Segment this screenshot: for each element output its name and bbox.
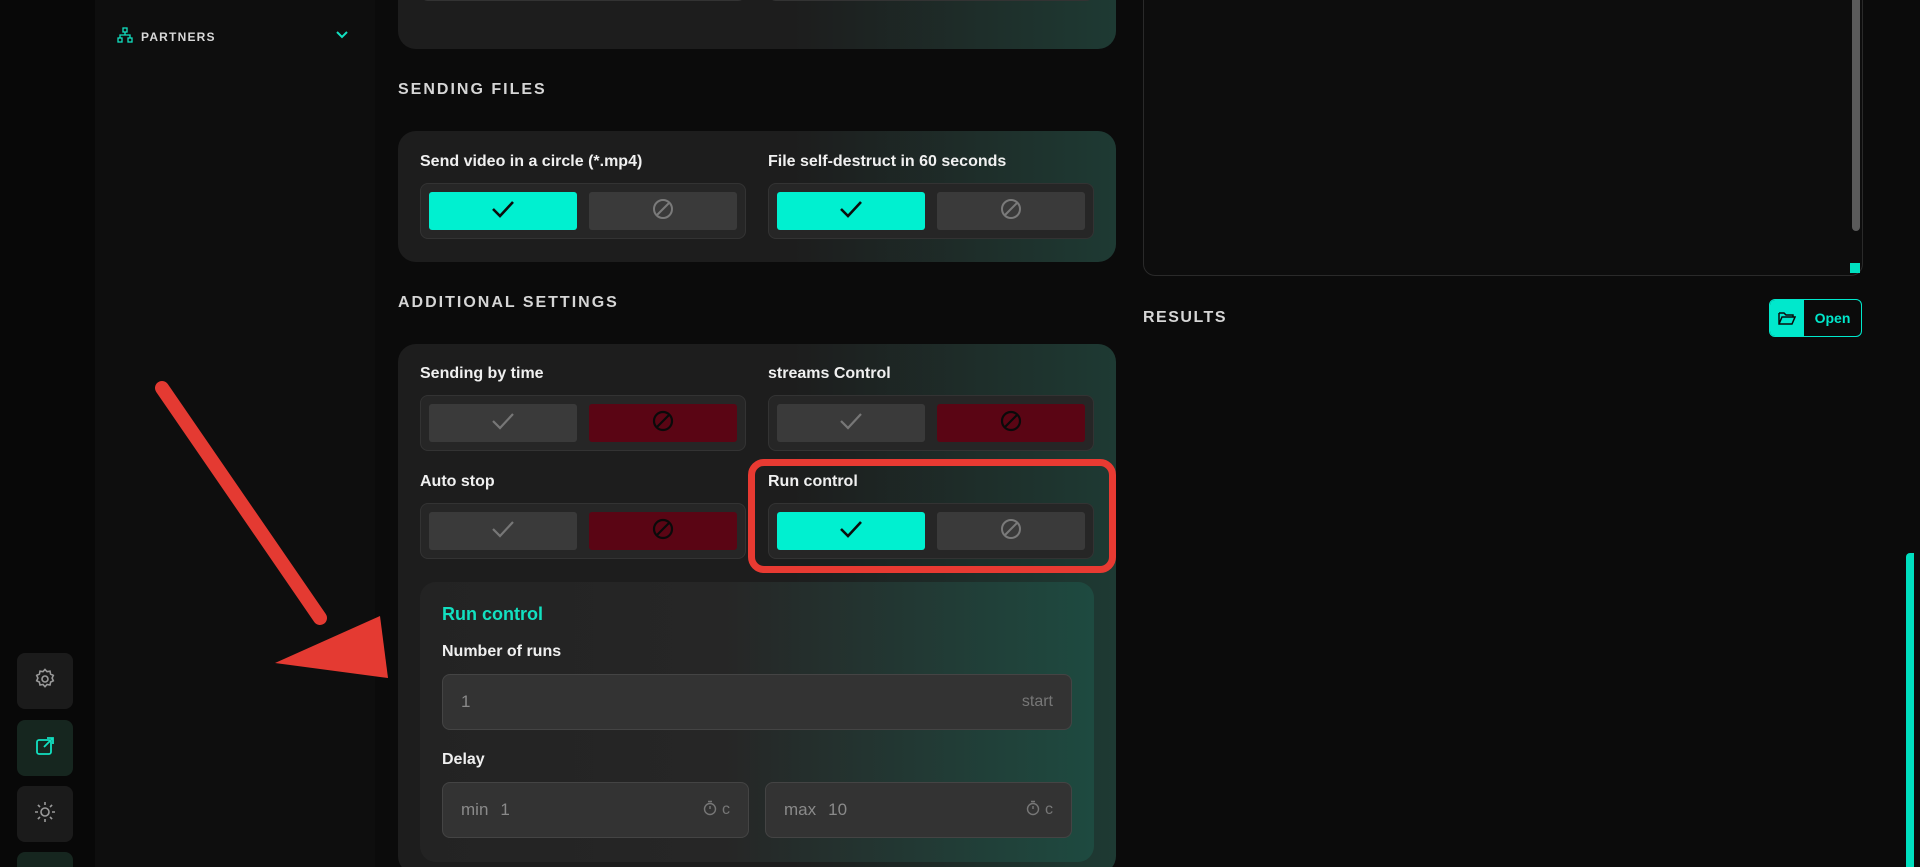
delay-unit: c <box>1045 801 1053 818</box>
send-video-label: Send video in a circle (*.mp4) <box>420 153 643 170</box>
auto-stop-label: Auto stop <box>420 473 495 490</box>
delay-min-value: 1 <box>500 800 510 819</box>
section-title-sending-files: SENDING FILES <box>398 81 547 98</box>
folder-open-icon <box>1770 300 1804 336</box>
number-of-runs-input[interactable]: 1 start <box>442 674 1072 730</box>
app-root: PARTNERS SENDING FILES Send video in a c… <box>0 0 1920 867</box>
streams-control-label: streams Control <box>768 365 891 382</box>
sending-files-card: Send video in a circle (*.mp4) File self… <box>398 131 1116 262</box>
annotation-arrow <box>155 381 388 678</box>
run-control-panel-title: Run control <box>442 604 543 624</box>
enable-button[interactable] <box>429 512 577 550</box>
sending-by-time-toggle <box>420 395 746 451</box>
block-icon <box>651 517 675 546</box>
enable-button[interactable] <box>429 404 577 442</box>
stopwatch-icon <box>702 800 718 821</box>
hierarchy-icon <box>117 26 133 48</box>
send-video-toggle <box>420 183 746 239</box>
external-link-icon <box>33 734 57 763</box>
disable-button[interactable] <box>589 192 737 230</box>
section-title-additional-settings: ADDITIONAL SETTINGS <box>398 294 619 311</box>
disable-button[interactable] <box>937 192 1085 230</box>
sending-by-time-label: Sending by time <box>420 365 544 382</box>
enable-button[interactable] <box>777 192 925 230</box>
check-icon <box>839 412 863 435</box>
textarea-scrollbar[interactable] <box>1852 0 1860 231</box>
settings-card-top <box>398 0 1116 49</box>
output-textarea[interactable] <box>1143 0 1863 276</box>
partial-toggle-1 <box>420 0 746 1</box>
delay-min-input[interactable]: min 1 c <box>442 782 749 838</box>
partial-toggle-2 <box>768 0 1094 1</box>
page-scrollbar[interactable] <box>1906 553 1914 867</box>
check-icon <box>491 412 515 435</box>
self-destruct-toggle <box>768 183 1094 239</box>
check-icon <box>839 200 863 223</box>
runs-suffix: start <box>1021 693 1053 710</box>
block-icon <box>999 197 1023 226</box>
theme-toggle-button[interactable] <box>17 786 73 842</box>
delay-max-input[interactable]: max 10 c <box>765 782 1072 838</box>
enable-button[interactable] <box>429 192 577 230</box>
open-label: Open <box>1814 310 1851 326</box>
stopwatch-icon <box>1025 800 1041 821</box>
delay-max-prefix: max <box>784 800 817 819</box>
sun-icon <box>33 800 57 829</box>
run-control-panel: Run control Number of runs 1 start Delay… <box>420 582 1094 862</box>
block-icon <box>651 409 675 438</box>
disable-button[interactable] <box>589 512 737 550</box>
settings-button[interactable] <box>17 653 73 709</box>
delay-min-unit: c <box>702 800 730 821</box>
section-title-results: RESULTS <box>1143 309 1227 326</box>
gear-icon <box>33 667 57 696</box>
delay-min-prefix: min <box>461 800 489 819</box>
streams-control-toggle <box>768 395 1094 451</box>
delay-max-unit: c <box>1025 800 1053 821</box>
check-icon <box>491 200 515 223</box>
self-destruct-label: File self-destruct in 60 seconds <box>768 153 1007 170</box>
block-icon <box>651 197 675 226</box>
block-icon <box>999 409 1023 438</box>
sidebar-item-label: PARTNERS <box>141 30 216 44</box>
chevron-down-icon[interactable] <box>335 28 349 47</box>
resize-handle[interactable] <box>1850 263 1860 273</box>
disable-button[interactable] <box>589 404 737 442</box>
disable-button[interactable] <box>937 404 1085 442</box>
delay-unit: c <box>722 801 730 818</box>
number-of-runs-label: Number of runs <box>442 643 562 660</box>
delay-label: Delay <box>442 751 485 768</box>
auto-stop-toggle <box>420 503 746 559</box>
rail-button-partial[interactable] <box>17 852 73 867</box>
icon-rail <box>0 0 95 867</box>
highlight-box <box>748 459 1116 573</box>
delay-max-value: 10 <box>828 800 848 819</box>
external-link-button[interactable] <box>17 720 73 776</box>
runs-value: 1 <box>461 692 471 711</box>
check-icon <box>491 520 515 543</box>
sidebar-item-partners[interactable]: PARTNERS <box>117 26 357 48</box>
enable-button[interactable] <box>777 404 925 442</box>
open-results-button[interactable]: Open <box>1769 299 1862 337</box>
